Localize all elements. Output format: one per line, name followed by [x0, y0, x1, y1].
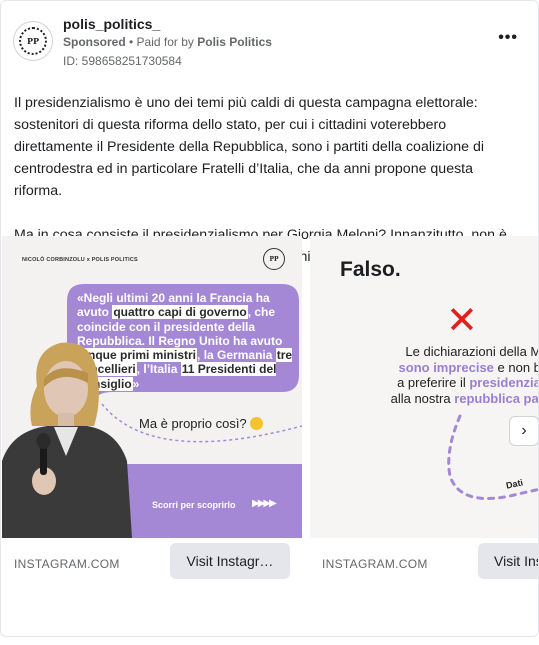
scroll-hint: Scorri per scoprirlo	[152, 500, 236, 510]
quote-segment: , la Germania	[197, 348, 276, 363]
ad-card: PP polis_politics_ Sponsored • Paid for …	[0, 0, 539, 637]
ad-id: ID: 598658251730584	[63, 54, 182, 68]
arrows-icon: ▶▶▶▶	[252, 498, 277, 509]
link-domain[interactable]: INSTAGRAM.COM	[322, 557, 428, 571]
page-name-link[interactable]: polis_politics_	[63, 16, 160, 32]
visit-instagram-button[interactable]: Visit Ins	[478, 543, 538, 579]
carousel-image-1[interactable]: NICOLÒ CORBINZOLU x POLIS POLITICS PP «N…	[2, 236, 302, 538]
payer-name[interactable]: Polis Politics	[197, 35, 272, 49]
more-options-icon[interactable]: •••	[498, 29, 518, 47]
carousel-image-2[interactable]: Falso. ✕ Le dichiarazioni della Melo son…	[310, 236, 538, 538]
sponsored-label: Sponsored	[63, 35, 126, 49]
person-photo	[2, 342, 132, 538]
quote-segment: »	[132, 376, 140, 391]
sponsored-line: Sponsored • Paid for by Polis Politics	[63, 35, 272, 49]
question-text: Ma è proprio così?	[139, 416, 263, 431]
question-label: Ma è proprio così?	[139, 416, 247, 431]
ad-header: PP polis_politics_ Sponsored • Paid for …	[1, 1, 538, 81]
visit-instagram-button[interactable]: Visit Instagr…	[170, 543, 290, 579]
quote-segment: , l’Italia	[136, 362, 181, 377]
card-footer-1: INSTAGRAM.COM Visit Instagr…	[2, 538, 302, 586]
thinking-emoji-icon	[249, 417, 263, 430]
separator: •	[125, 35, 137, 49]
quote-highlight: quattro capi di governo	[112, 305, 248, 320]
paid-for-label: Paid for by	[136, 35, 198, 49]
carousel-card-2: Falso. ✕ Le dichiarazioni della Melo son…	[310, 236, 538, 579]
body-paragraph-1: Il presidenzialismo è uno dei temi più c…	[14, 95, 485, 199]
page-logo-icon: PP	[19, 27, 47, 55]
chevron-right-icon[interactable]: ›	[509, 416, 538, 446]
card-footer-2: INSTAGRAM.COM Visit Ins	[310, 538, 538, 586]
avatar[interactable]: PP	[13, 21, 53, 61]
image-carousel: NICOLÒ CORBINZOLU x POLIS POLITICS PP «N…	[1, 236, 538, 586]
dashed-path-icon	[447, 414, 538, 500]
carousel-card-1: NICOLÒ CORBINZOLU x POLIS POLITICS PP «N…	[2, 236, 302, 579]
link-domain[interactable]: INSTAGRAM.COM	[14, 557, 120, 571]
